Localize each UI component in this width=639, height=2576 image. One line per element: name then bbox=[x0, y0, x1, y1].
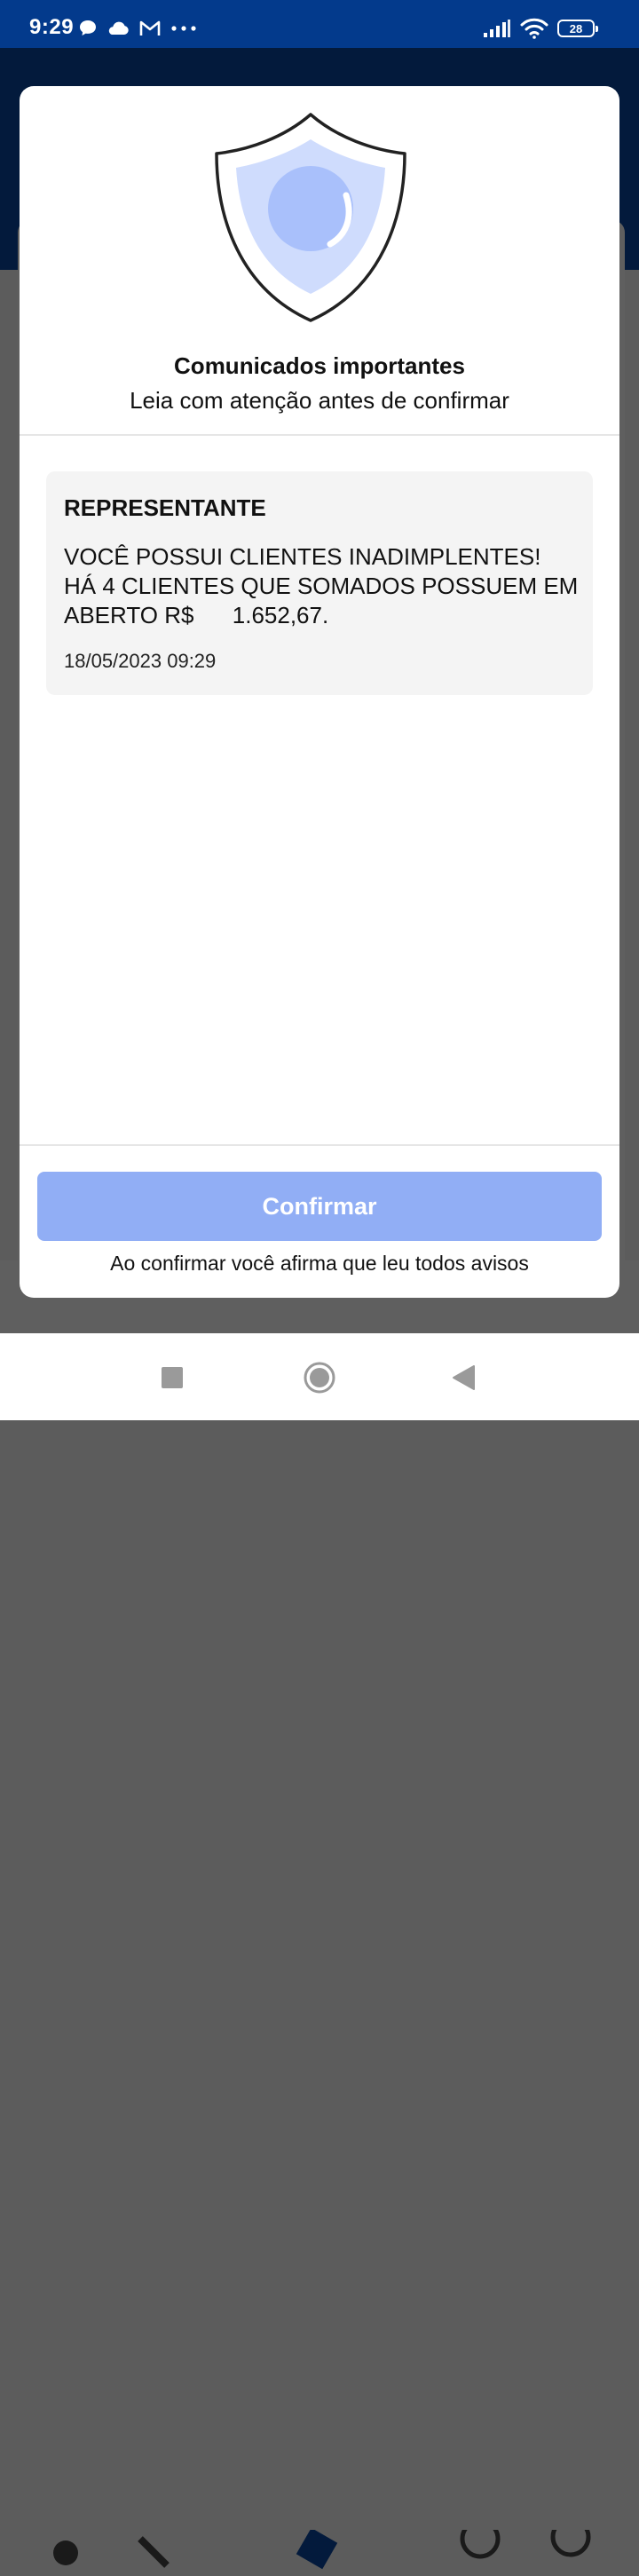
back-button[interactable] bbox=[446, 1360, 481, 1395]
chat-bubble-icon bbox=[80, 20, 96, 36]
notice-card: REPRESENTANTE VOCÊ POSSUI CLIENTES INADI… bbox=[46, 471, 593, 695]
modal-title: Comunicados importantes bbox=[174, 352, 465, 379]
notice-title: REPRESENTANTE bbox=[64, 494, 266, 521]
divider bbox=[20, 434, 619, 436]
profile-icon bbox=[460, 2530, 501, 2559]
status-time: 9:29 bbox=[29, 15, 75, 39]
status-notification-icons bbox=[78, 18, 197, 39]
divider bbox=[20, 1144, 619, 1146]
gmail-icon bbox=[139, 20, 161, 36]
tools-icon bbox=[138, 2536, 170, 2568]
wifi-icon bbox=[520, 18, 548, 39]
status-bar: 9:29 28 bbox=[0, 0, 639, 48]
notice-date: 18/05/2023 09:29 bbox=[64, 650, 217, 672]
modal-subtitle: Leia com atenção antes de confirmar bbox=[130, 387, 509, 414]
back-triangle-icon bbox=[453, 1365, 475, 1390]
square-icon bbox=[162, 1367, 183, 1388]
shield-icon bbox=[215, 113, 406, 322]
more-dots-icon bbox=[171, 26, 196, 31]
cloud-icon bbox=[108, 21, 129, 35]
signal-icon bbox=[484, 20, 510, 37]
home-circle-icon bbox=[304, 1362, 335, 1394]
system-nav-bar bbox=[0, 1333, 639, 1420]
confirm-button[interactable]: Confirmar bbox=[37, 1172, 602, 1241]
battery-icon: 28 bbox=[557, 20, 598, 37]
settings-icon bbox=[53, 2540, 78, 2565]
confirm-footnote: Ao confirmar você afirma que leu todos a… bbox=[110, 1252, 529, 1275]
notice-body: VOCÊ POSSUI CLIENTES INADIMPLENTES! HÁ 4… bbox=[64, 543, 584, 628]
puzzle-icon bbox=[296, 2530, 338, 2570]
home-button[interactable] bbox=[302, 1360, 337, 1395]
status-system-icons: 28 bbox=[483, 16, 598, 41]
announcements-modal: Comunicados importantes Leia com atenção… bbox=[20, 86, 619, 1298]
battery-level: 28 bbox=[569, 21, 583, 36]
whatsapp-icon bbox=[550, 2530, 591, 2557]
recents-button[interactable] bbox=[154, 1360, 190, 1395]
